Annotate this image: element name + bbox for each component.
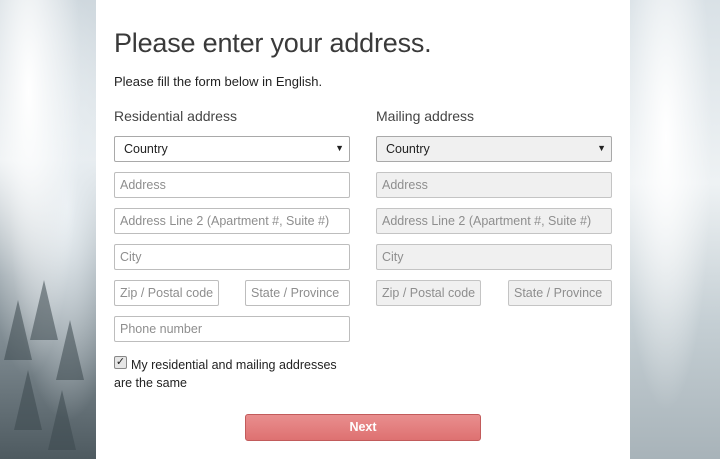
page-title: Please enter your address. (114, 28, 432, 58)
residential-address-line2-input[interactable] (114, 208, 350, 234)
mailing-country-value: Country (386, 142, 430, 156)
next-button[interactable]: Next (245, 414, 481, 441)
mailing-state-input (508, 280, 612, 306)
tree-silhouette (4, 300, 32, 360)
tree-silhouette (30, 280, 58, 340)
residential-address-heading: Residential address (114, 108, 237, 124)
mailing-address-line2-input (376, 208, 612, 234)
residential-phone-input[interactable] (114, 316, 350, 342)
mailing-address-input (376, 172, 612, 198)
residential-country-value: Country (124, 142, 168, 156)
residential-state-input[interactable] (245, 280, 350, 306)
tree-silhouette (56, 320, 84, 380)
residential-country-select[interactable]: Country ▼ (114, 136, 350, 162)
tree-silhouette (48, 390, 76, 450)
address-form-panel: Please enter your address. Please fill t… (96, 0, 630, 459)
mailing-address-heading: Mailing address (376, 108, 475, 124)
background-snowy-forest-right (630, 0, 720, 459)
dropdown-arrow-icon: ▼ (335, 143, 344, 153)
residential-address-input[interactable] (114, 172, 350, 198)
same-address-label: My residential and mailing addresses are… (114, 358, 337, 390)
dropdown-arrow-icon: ▼ (597, 143, 606, 153)
residential-zip-input[interactable] (114, 280, 219, 306)
background-snowy-forest-left (0, 0, 96, 459)
form-instructions: Please fill the form below in English. (114, 74, 323, 89)
residential-city-input[interactable] (114, 244, 350, 270)
mailing-country-select: Country ▼ (376, 136, 612, 162)
mailing-zip-input (376, 280, 481, 306)
mailing-city-input (376, 244, 612, 270)
tree-silhouette (14, 370, 42, 430)
